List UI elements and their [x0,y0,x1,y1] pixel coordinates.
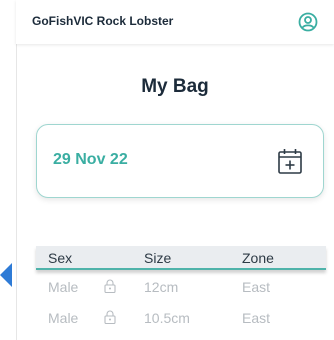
selected-date: 29 Nov 22 [53,151,128,168]
page-title: My Bag [141,76,209,97]
column-header-size[interactable]: Size [144,250,171,266]
column-header-zone[interactable]: Zone [242,250,274,266]
calendar-add-icon[interactable] [277,147,303,175]
column-header-sex[interactable]: Sex [48,250,72,266]
cell-sex: Male [48,279,79,295]
lock-icon [104,279,116,293]
cell-size: 10.5cm [144,310,190,326]
app-title: GoFishVIC Rock Lobster [32,14,174,28]
screen-edge [16,0,17,340]
account-circle-icon[interactable] [298,12,318,32]
cell-size: 12cm [144,279,179,295]
date-picker-card[interactable]: 29 Nov 22 [36,124,324,198]
cell-sex: Male [48,310,79,326]
back-arrow-icon[interactable] [0,263,12,287]
cell-zone: East [242,279,271,295]
table-row[interactable]: Male 12cm East [36,279,326,303]
table-header: Sex Size Zone [36,246,326,270]
lock-icon [104,310,116,324]
cell-zone: East [242,310,271,326]
table-row[interactable]: Male 10.5cm East [36,310,326,334]
